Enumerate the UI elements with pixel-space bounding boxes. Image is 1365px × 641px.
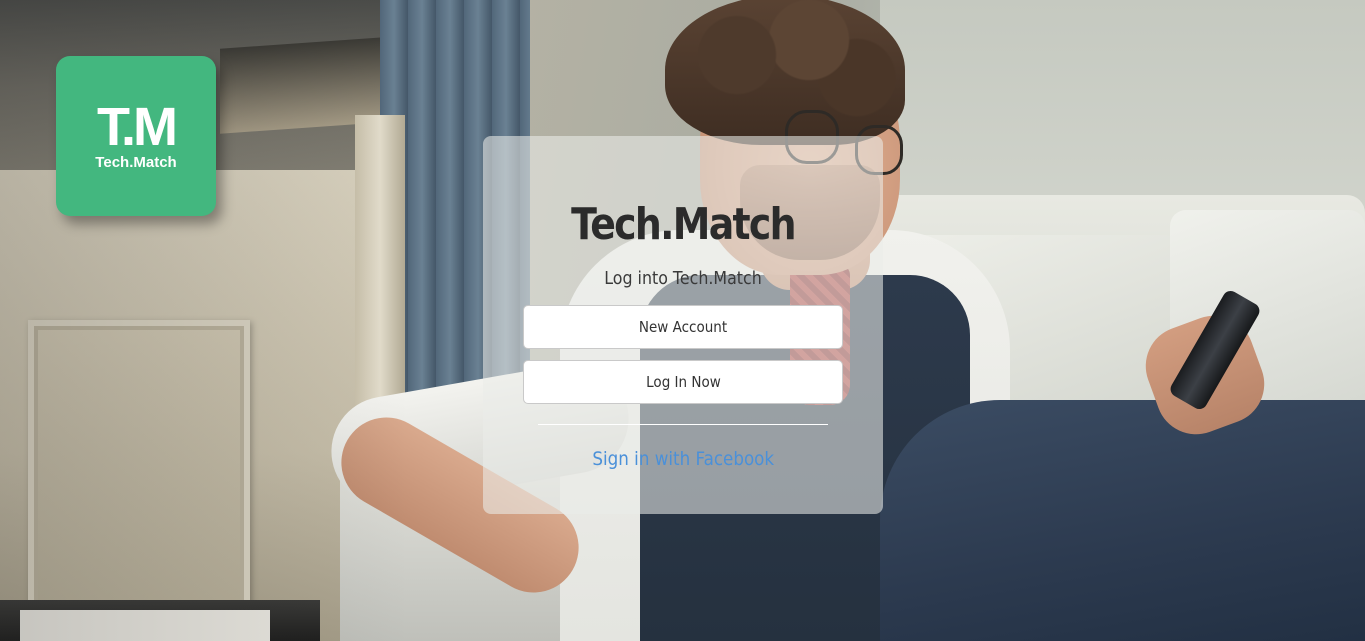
facebook-sign-in-label: Sign in with Facebook xyxy=(592,448,774,470)
logo-mark: T.M xyxy=(97,97,178,157)
log-in-button-label: Log In Now xyxy=(645,373,721,391)
logo[interactable]: T.M Tech.Match xyxy=(56,56,216,216)
facebook-sign-in-link[interactable]: Sign in with Facebook xyxy=(483,447,883,471)
login-title: Tech.Match xyxy=(571,199,796,250)
new-account-button-label: New Account xyxy=(638,318,728,336)
logo-text: Tech.Match xyxy=(95,154,177,171)
log-in-button[interactable]: Log In Now xyxy=(523,360,843,404)
login-subtitle: Log into Tech.Match xyxy=(604,268,762,289)
divider xyxy=(538,424,828,425)
new-account-button[interactable]: New Account xyxy=(523,305,843,349)
login-card: Tech.Match Log into Tech.Match New Accou… xyxy=(483,136,883,514)
